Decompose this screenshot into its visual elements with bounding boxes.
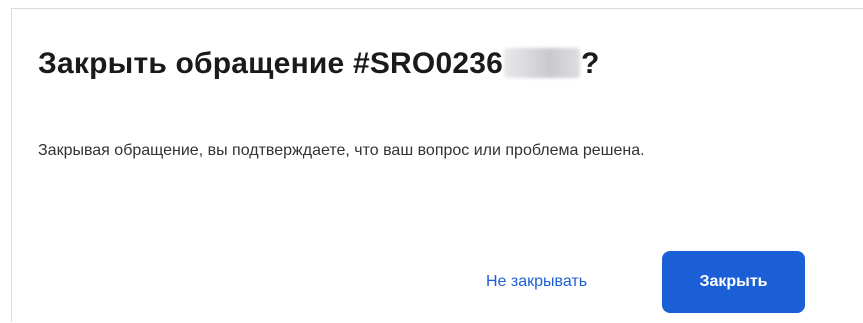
- dialog-actions: Не закрывать Закрыть: [12, 245, 863, 323]
- dialog-title: Закрыть обращение #SRO0236?: [38, 47, 600, 81]
- close-request-button[interactable]: Закрыть: [662, 251, 805, 313]
- dialog-message: Закрывая обращение, вы подтверждаете, чт…: [38, 142, 645, 159]
- do-not-close-button[interactable]: Не закрывать: [474, 262, 599, 302]
- close-request-dialog: Закрыть обращение #SRO0236? Закрывая обр…: [11, 8, 863, 322]
- dialog-title-text: Закрыть обращение #SRO0236: [38, 47, 503, 80]
- redacted-request-number: [504, 48, 580, 78]
- dialog-title-question-mark: ?: [581, 47, 600, 80]
